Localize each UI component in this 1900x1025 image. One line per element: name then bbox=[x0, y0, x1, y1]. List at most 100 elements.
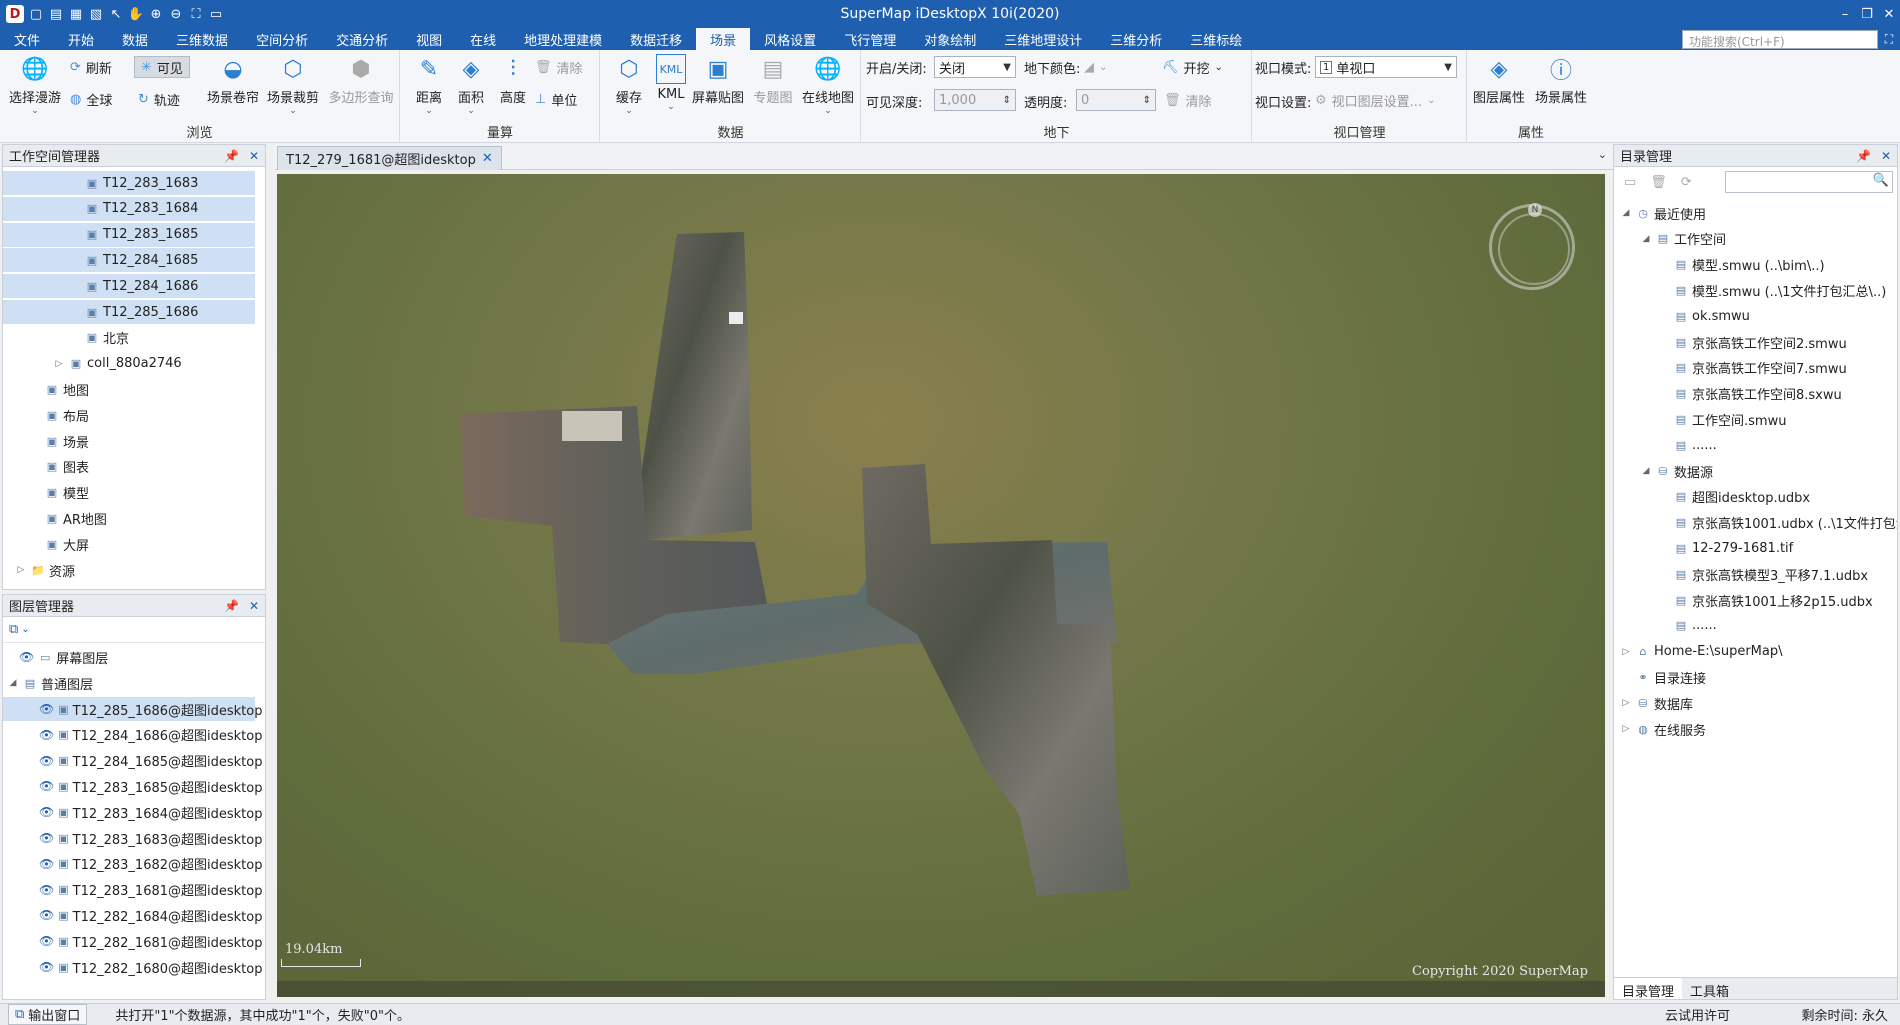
menu-item-8[interactable]: 地理处理建模 bbox=[510, 28, 616, 50]
menu-item-12[interactable]: 飞行管理 bbox=[830, 28, 910, 50]
delete-icon[interactable]: 🗑 bbox=[1650, 175, 1667, 190]
tab-scene-document[interactable]: T12_279_1681@超图idesktop ✕ bbox=[277, 146, 502, 170]
catalog-datasource-item[interactable]: ▤ 12-279-1681.tif bbox=[1614, 536, 1793, 560]
visible-depth-spinner[interactable]: 1,000 ⇕ bbox=[934, 89, 1016, 111]
clear-underground-button[interactable]: 🗑 清除 bbox=[1164, 89, 1212, 111]
workspace-tree-item[interactable]: ▷ ▣ coll_880a2746 bbox=[3, 352, 255, 376]
expand-arrow-icon[interactable]: ▷ bbox=[1620, 698, 1632, 708]
layer-item[interactable]: 👁 ▣ T12_283_1684@超图idesktop bbox=[3, 800, 263, 824]
eye-icon[interactable]: 👁 bbox=[39, 831, 54, 845]
layer-properties-button[interactable]: ◈ 图层属性 bbox=[1470, 54, 1528, 122]
workspace-tree-item[interactable]: ▣ T12_283_1684 bbox=[3, 196, 255, 221]
catalog-search-input[interactable] bbox=[1725, 171, 1893, 193]
output-window-button[interactable]: ⧉ 输出窗口 bbox=[8, 1004, 88, 1025]
layer-item[interactable]: 👁 ▣ T12_282_1681@超图idesktop bbox=[3, 929, 263, 953]
expand-arrow-icon[interactable]: ▷ bbox=[1620, 724, 1632, 734]
eye-icon[interactable]: 👁 bbox=[39, 934, 54, 948]
unit-button[interactable]: ⊥ 单位 bbox=[535, 88, 577, 110]
kml-button[interactable]: KML KML ⌄ bbox=[647, 54, 695, 122]
refresh-button[interactable]: ⟳ 刷新 bbox=[70, 56, 112, 78]
workspace-tree-item[interactable]: ▣ T12_285_1686 bbox=[3, 300, 255, 324]
collapse-arrow-icon[interactable]: ◢ bbox=[1620, 208, 1632, 218]
catalog-datasource-item[interactable]: ▤ 京张高铁1001上移2p15.udbx bbox=[1614, 588, 1873, 612]
close-icon[interactable]: ✕ bbox=[249, 599, 259, 613]
screen-tile-button[interactable]: ▣ 屏幕贴图 bbox=[689, 54, 747, 122]
menu-item-16[interactable]: 三维标绘 bbox=[1176, 28, 1256, 50]
zoom-in-icon[interactable]: ⊕ bbox=[148, 6, 164, 22]
clear-measure-button[interactable]: 🗑 清除 bbox=[535, 56, 583, 78]
workspace-tree-item[interactable]: ▣ T12_283_1683 bbox=[3, 171, 255, 195]
cache-button[interactable]: ⬡ 缓存 ⌄ bbox=[605, 54, 653, 122]
eye-icon[interactable]: 👁 bbox=[39, 779, 54, 793]
full-extent-icon[interactable]: ⛶ bbox=[188, 6, 204, 22]
pin-icon[interactable]: 📌 bbox=[224, 599, 239, 613]
eye-icon[interactable]: 👁 bbox=[39, 857, 54, 871]
menu-item-4[interactable]: 空间分析 bbox=[242, 28, 322, 50]
eye-icon[interactable]: 👁 bbox=[39, 960, 54, 974]
online-map-button[interactable]: 🌐 在线地图 ⌄ bbox=[799, 54, 857, 122]
catalog-datasource-item[interactable]: ▤ 京张高铁模型3_平移7.1.udbx bbox=[1614, 562, 1868, 586]
layer-item[interactable]: 👁 ▣ T12_283_1681@超图idesktop bbox=[3, 878, 263, 902]
layer-item[interactable]: 👁 ▣ T12_284_1686@超图idesktop bbox=[3, 723, 263, 747]
tab-dropdown-icon[interactable]: ⌄ bbox=[1598, 148, 1607, 161]
catalog-workspace-item[interactable]: ▤...... bbox=[1614, 433, 1717, 457]
zoom-out-icon[interactable]: ⊖ bbox=[168, 6, 184, 22]
close-icon[interactable]: ✕ bbox=[249, 149, 259, 163]
close-tab-icon[interactable]: ✕ bbox=[482, 151, 493, 166]
tab-toolbox[interactable]: 工具箱 bbox=[1682, 978, 1737, 1000]
catalog-workspace-item[interactable]: ▤ 工作空间.smwu bbox=[1614, 407, 1787, 431]
workspace-tree-item[interactable]: ▣ 地图 bbox=[3, 377, 255, 401]
save-all-icon[interactable]: ▧ bbox=[88, 6, 104, 22]
eye-icon[interactable]: 👁 bbox=[39, 702, 54, 716]
menu-item-9[interactable]: 数据迁移 bbox=[616, 28, 696, 50]
expand-arrow-icon[interactable]: ▷ bbox=[15, 565, 27, 575]
catalog-datasource-item[interactable]: ▤ 京张高铁1001.udbx (..\1文件打包汇 bbox=[1614, 511, 1897, 535]
pin-icon[interactable]: 📌 bbox=[224, 149, 239, 163]
viewport-mode-select[interactable]: 1 单视口 ▼ bbox=[1315, 56, 1457, 78]
opacity-spinner[interactable]: 0 ⇕ bbox=[1076, 89, 1156, 111]
catalog-workspace-item[interactable]: ▤ 京张高铁工作空间7.smwu bbox=[1614, 356, 1847, 380]
catalog-workspace-item[interactable]: ▤ 京张高铁工作空间2.smwu bbox=[1614, 330, 1847, 354]
catalog-workspace-item[interactable]: ▤ 模型.smwu (..\bim\..) bbox=[1614, 253, 1825, 277]
workspace-tree-item[interactable]: ▣ T12_283_1685 bbox=[3, 222, 255, 247]
scene-shutter-button[interactable]: ◒ 场景卷帘 bbox=[204, 54, 262, 122]
viewport-layer-settings-button[interactable]: ⚙ 视口图层设置... ⌄ bbox=[1315, 89, 1435, 111]
eye-icon[interactable]: 👁 bbox=[39, 728, 54, 742]
catalog-database[interactable]: ▷ ⛁ 数据库 bbox=[1614, 691, 1693, 715]
workspace-tree-item[interactable]: ▣ 模型 bbox=[3, 481, 255, 505]
catalog-home[interactable]: ▷ ⌂ Home-E:\superMap\ bbox=[1614, 640, 1783, 664]
menu-item-2[interactable]: 数据 bbox=[108, 28, 162, 50]
layer-item[interactable]: 👁 ▣ T12_282_1680@超图idesktop bbox=[3, 955, 263, 979]
close-window-button[interactable]: ✕ bbox=[1878, 0, 1900, 28]
eye-icon[interactable]: 👁 bbox=[19, 650, 34, 664]
scene-view[interactable]: N 19.04km Copyright 2020 SuperMap bbox=[277, 174, 1605, 997]
polygon-query-button[interactable]: ⬢ 多边形查询 bbox=[326, 54, 396, 122]
refresh-icon[interactable]: ⟳ bbox=[1681, 175, 1692, 190]
menu-item-1[interactable]: 开始 bbox=[54, 28, 108, 50]
on-off-select[interactable]: 关闭 ▼ bbox=[934, 56, 1016, 78]
layer-item[interactable]: 👁 ▣ T12_285_1686@超图idesktop bbox=[3, 697, 263, 721]
area-button[interactable]: ◈ 面积 ⌄ bbox=[447, 54, 495, 122]
catalog-datasource-item[interactable]: ▤...... bbox=[1614, 614, 1717, 638]
save-icon[interactable]: ▦ bbox=[68, 6, 84, 22]
eye-icon[interactable]: 👁 bbox=[39, 908, 54, 922]
search-icon[interactable]: 🔍 bbox=[1873, 173, 1889, 188]
workspace-tree-item[interactable]: ▣ AR地图 bbox=[3, 506, 255, 530]
menu-item-11[interactable]: 风格设置 bbox=[750, 28, 830, 50]
menu-item-13[interactable]: 对象绘制 bbox=[910, 28, 990, 50]
eye-icon[interactable]: 👁 bbox=[39, 805, 54, 819]
layer-item[interactable]: 👁 ▣ T12_284_1685@超图idesktop bbox=[3, 749, 263, 773]
layer-item[interactable]: 👁 ▣ T12_283_1682@超图idesktop bbox=[3, 852, 263, 876]
catalog-workspace-item[interactable]: ▤ 模型.smwu (..\1文件打包汇总\..) bbox=[1614, 278, 1886, 302]
menu-item-5[interactable]: 交通分析 bbox=[322, 28, 402, 50]
full-extent-button[interactable]: ◍ 全球 bbox=[70, 88, 112, 110]
scene-clip-button[interactable]: ⬡ 场景裁剪 ⌄ bbox=[264, 54, 322, 122]
workspace-tree-item[interactable]: ▣ T12_284_1686 bbox=[3, 274, 255, 299]
catalog-workspace-item[interactable]: ▤ ok.smwu bbox=[1614, 304, 1750, 328]
menu-item-3[interactable]: 三维数据 bbox=[162, 28, 242, 50]
catalog-online-service[interactable]: ▷ ◍ 在线服务 bbox=[1614, 717, 1706, 741]
visible-button[interactable]: ✳ 可见 bbox=[134, 56, 190, 78]
chevron-down-icon[interactable]: ⌄ bbox=[21, 624, 29, 635]
theme-map-button[interactable]: ▤ 专题图 bbox=[749, 54, 797, 122]
menu-item-0[interactable]: 文件 bbox=[0, 28, 54, 50]
